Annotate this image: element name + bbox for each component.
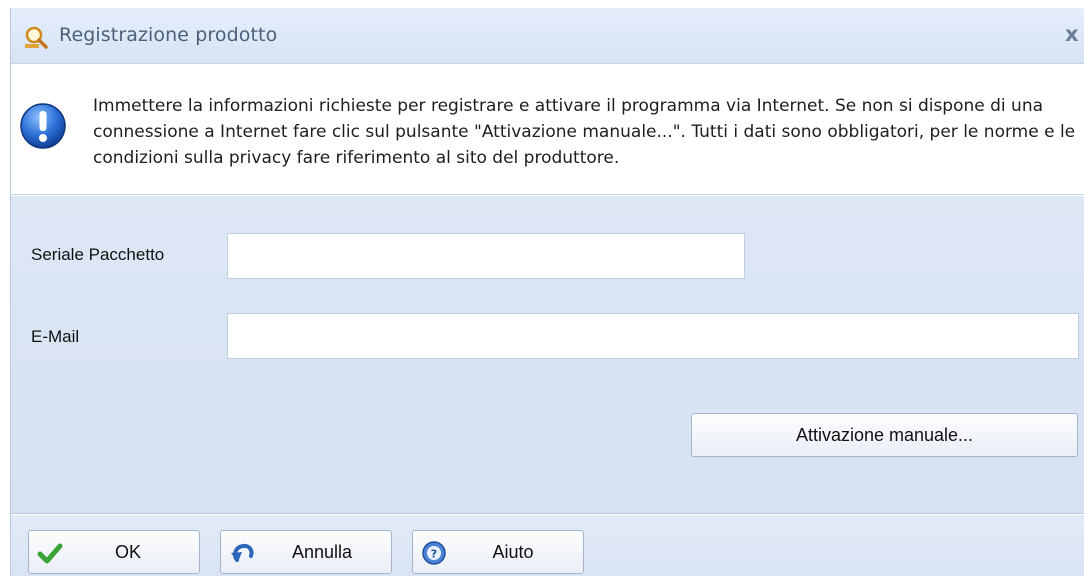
info-panel: Immettere la informazioni richieste per … [11,65,1084,195]
ok-button[interactable]: OK [28,530,200,574]
close-button[interactable]: x [1065,22,1079,46]
email-label: E-Mail [31,327,80,346]
manual-activation-button[interactable]: Attivazione manuale... [691,413,1078,457]
cancel-label: Annulla [291,542,353,562]
manual-activation-label: Attivazione manuale... [795,424,974,445]
form-area: Seriale Pacchetto E-Mail Attivazione man… [11,196,1084,514]
help-button[interactable]: ? Aiuto [412,530,584,574]
email-input[interactable] [227,313,1079,359]
cancel-button[interactable]: Annulla [220,530,392,574]
magnifier-key-icon [25,26,48,49]
title-bar: Registrazione prodotto x [11,8,1084,64]
window-title: Registrazione prodotto [59,24,278,46]
exclamation-info-icon [20,103,66,149]
serial-label: Seriale Pacchetto [31,245,165,264]
info-message: Immettere la informazioni richieste per … [93,96,1076,168]
help-label: Aiuto [492,542,534,562]
ok-label: OK [114,542,141,562]
registration-dialog: Registrazione prodotto x Immettere la in… [10,8,1084,576]
serial-input[interactable] [227,233,745,279]
button-bar: OK Annulla ? Aiuto [11,515,1084,576]
